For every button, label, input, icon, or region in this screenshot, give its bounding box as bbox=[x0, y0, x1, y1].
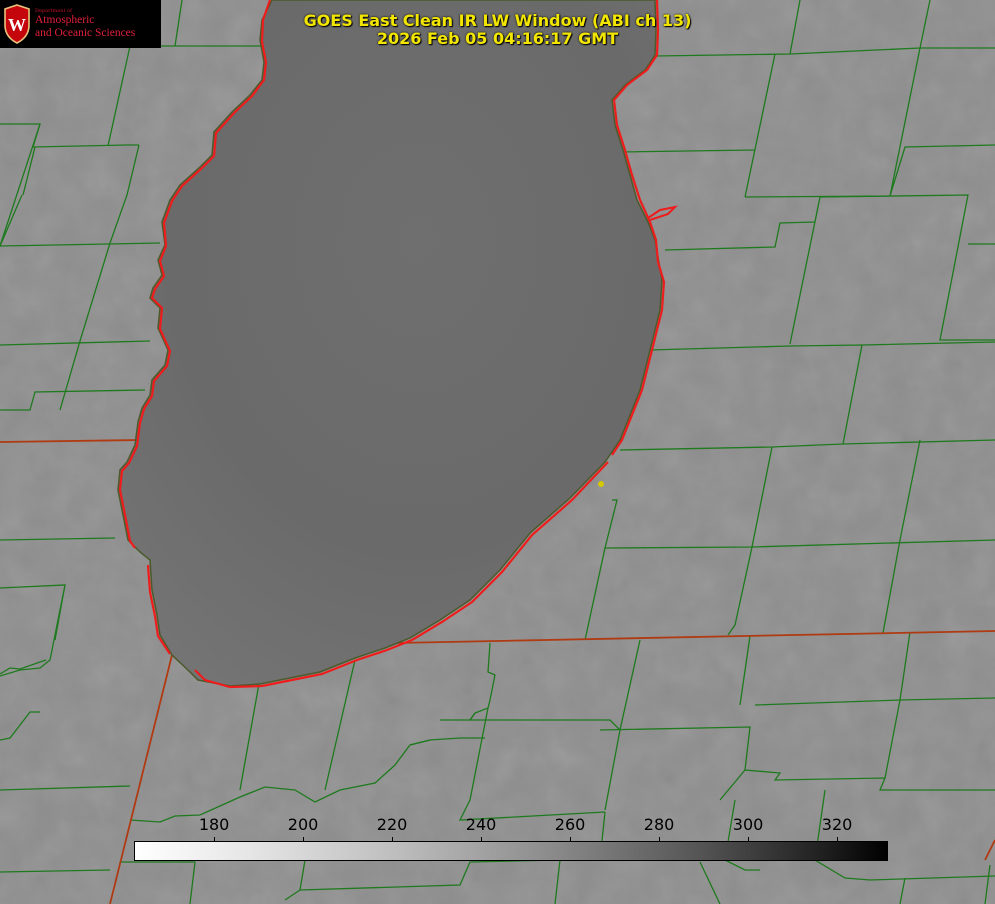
colorbar-tick-mark bbox=[570, 837, 572, 842]
colorbar-tick-label: 260 bbox=[554, 815, 586, 834]
colorbar-tick-mark bbox=[748, 837, 750, 842]
colorbar-tick-label: 180 bbox=[198, 815, 230, 834]
image-title: GOES East Clean IR LW Window (ABI ch 13) bbox=[303, 11, 692, 30]
colorbar-tick-label: 220 bbox=[376, 815, 408, 834]
colorbar-tick-mark bbox=[481, 837, 483, 842]
colorbar-tick-mark bbox=[303, 837, 305, 842]
university-seal-icon: W bbox=[4, 4, 30, 44]
satellite-map bbox=[0, 0, 995, 904]
image-timestamp: 2026 Feb 05 04:16:17 GMT bbox=[376, 29, 619, 48]
colorbar-tick-label: 200 bbox=[287, 815, 319, 834]
svg-text:W: W bbox=[8, 15, 26, 35]
colorbar-tick-mark bbox=[659, 837, 661, 842]
colorbar-tick-label: 300 bbox=[732, 815, 764, 834]
colorbar-tick-label: 280 bbox=[643, 815, 675, 834]
colorbar-tick-mark bbox=[837, 837, 839, 842]
location-marker bbox=[598, 481, 604, 487]
colorbar-tick-mark bbox=[392, 837, 394, 842]
logo-line-1: Atmospheric bbox=[35, 14, 95, 26]
colorbar-tick-label: 320 bbox=[821, 815, 853, 834]
uw-aos-logo: W Department of Atmospheric and Oceanic … bbox=[0, 0, 161, 48]
logo-line-2: and Oceanic Sciences bbox=[35, 27, 136, 39]
colorbar-tick-label: 240 bbox=[465, 815, 497, 834]
colorbar-tick-mark bbox=[214, 837, 216, 842]
temperature-colorbar bbox=[134, 841, 888, 861]
